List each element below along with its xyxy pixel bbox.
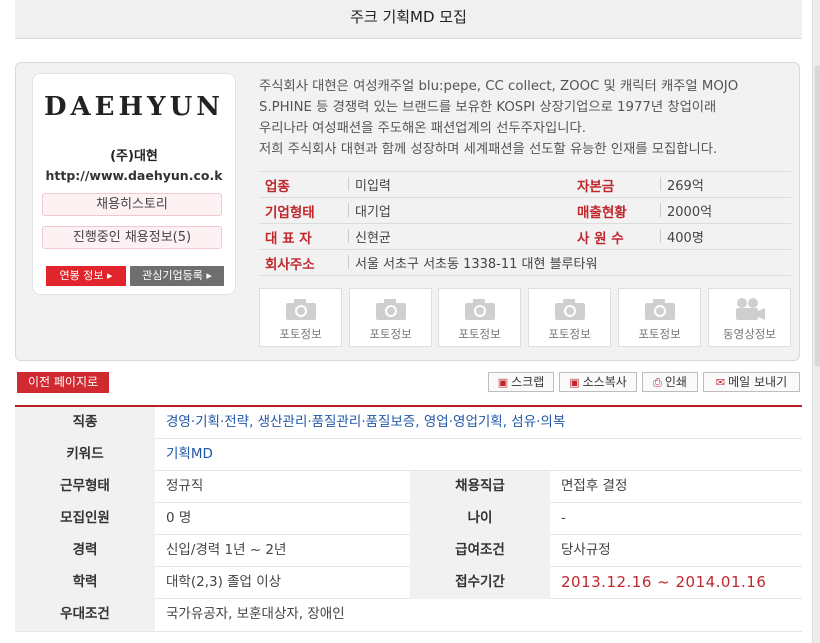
divider [660,177,661,191]
capital-value: 269억 [667,179,704,194]
table-row: 경력 신입/경력 1년 ~ 2년 급여조건 당사규정 [15,535,802,567]
worktype-label: 근무형태 [15,471,155,503]
prev-page-button[interactable]: 이전 페이지로 [17,372,109,393]
description-line: 우리나라 여성패션을 주도해온 패션업계의 선두주자입니다. [259,121,586,136]
source-copy-button[interactable]: ▣ 소스복사 [559,372,637,392]
age-value: - [561,510,566,526]
ongoing-jobs-button[interactable]: 진행중인 채용정보(5) [42,226,222,249]
scrollbar[interactable] [812,0,820,643]
table-row: 학력 대학(2,3) 졸업 이상 접수기간 2013.12.16 ~ 2014.… [15,567,802,599]
photo-thumb[interactable]: 포토정보 [438,288,521,347]
divider [348,177,349,191]
job-value-link[interactable]: 경영·기획·전략, 생산관리·품질관리·품질보증, 영업·영업기획, 섬유·의복 [155,407,565,439]
photo-label: 포토정보 [548,327,591,341]
recruit-history-button[interactable]: 채용히스토리 [42,193,222,216]
photo-thumb[interactable]: 포토정보 [259,288,342,347]
mail-icon: ✉ [715,376,726,389]
scrap-icon: ▣ [497,376,509,389]
company-name: (주)대현 [110,149,158,164]
period-value: 2013.12.16 ~ 2014.01.16 [561,573,767,591]
photo-thumb[interactable]: 포토정보 [528,288,611,347]
camera-icon [554,299,585,320]
photo-label: 포토정보 [458,327,501,341]
company-type-label: 기업형태 [265,205,315,221]
photo-label: 포토정보 [638,327,681,341]
ceo-value: 신현균 [355,231,391,246]
photo-label: 포토정보 [279,327,322,341]
camera-icon [644,299,675,320]
employees-label: 사 원 수 [577,231,624,247]
photo-thumb[interactable]: 포토정보 [618,288,701,347]
job-label: 직종 [15,407,155,439]
add-interest-company-button[interactable]: 관심기업등록 ▸ [130,266,224,286]
camera-icon [285,299,316,320]
video-thumb[interactable]: 동영상정보 [708,288,791,347]
table-row: 모집인원 0 명 나이 - [15,503,802,535]
camera-icon [464,299,495,320]
source-icon: ▣ [569,376,580,389]
capital-label: 자본금 [577,179,615,195]
send-mail-button[interactable]: ✉ 메일 보내기 [703,372,800,392]
address-value: 서울 서초구 서초동 1338-11 대현 블루타워 [355,257,598,272]
divider [660,203,661,217]
career-value: 신입/경력 1년 ~ 2년 [166,542,287,558]
divider [348,203,349,217]
divider [259,249,791,250]
company-type-value: 대기업 [355,205,391,220]
divider [348,229,349,243]
pay-value: 당사규정 [561,542,611,558]
pay-label: 급여조건 [410,535,550,567]
address-label: 회사주소 [265,257,315,273]
divider [259,171,791,172]
keyword-label: 키워드 [15,439,155,471]
education-value: 대학(2,3) 졸업 이상 [166,574,282,590]
rank-label: 채용직급 [410,471,550,503]
industry-label: 업종 [265,179,290,195]
scrollbar-thumb[interactable] [815,66,820,366]
salary-info-button[interactable]: 연봉 정보 ▸ [46,266,126,286]
table-row: 근무형태 정규직 채용직급 면접후 결정 [15,471,802,503]
description-line: S.PHINE 등 경쟁력 있는 브랜드를 보유한 KOSPI 상장기업으로 1… [259,100,717,115]
camera-icon [375,299,406,320]
preference-label: 우대조건 [15,599,155,631]
career-label: 경력 [15,535,155,567]
company-description: 주식회사 대현은 여성캐주얼 blu:pepe, CC collect, ZOO… [259,76,794,160]
table-row: 직종 경영·기획·전략, 생산관리·품질관리·품질보증, 영업·영업기획, 섬유… [15,407,802,439]
employees-value: 400명 [667,231,704,246]
preference-value: 국가유공자, 보훈대상자, 장애인 [166,606,345,622]
description-line: 주식회사 대현은 여성캐주얼 blu:pepe, CC collect, ZOO… [259,79,739,94]
table-row: 우대조건 국가유공자, 보훈대상자, 장애인 [15,599,802,632]
headcount-label: 모집인원 [15,503,155,535]
divider [660,229,661,243]
sales-label: 매출현황 [577,205,627,221]
education-label: 학력 [15,567,155,599]
keyword-link[interactable]: 기획MD [155,439,213,471]
ceo-label: 대 표 자 [265,231,312,247]
video-label: 동영상정보 [723,327,776,341]
scrap-button[interactable]: ▣ 스크랩 [488,372,554,392]
divider [348,255,349,269]
divider [259,223,791,224]
headcount-value: 0 명 [166,510,192,526]
title-bar: 주크 기획MD 모집 [15,0,802,39]
video-camera-icon [735,298,765,320]
photo-thumb[interactable]: 포토정보 [349,288,432,347]
sales-value: 2000억 [667,205,713,220]
print-icon: ⎙ [653,376,662,389]
print-button[interactable]: ⎙ 인쇄 [642,372,698,392]
divider [259,275,791,276]
page-title: 주크 기획MD 모집 [350,8,467,26]
description-line: 저희 주식회사 대현과 함께 성장하며 세계패션을 선도할 유능한 인재를 모집… [259,142,718,157]
rank-value: 면접후 결정 [561,478,628,494]
age-label: 나이 [410,503,550,535]
photo-label: 포토정보 [369,327,412,341]
company-logo[interactable]: DAEHYUN [32,92,236,122]
industry-value: 미입력 [355,179,391,194]
worktype-value: 정규직 [166,478,204,494]
divider [259,197,791,198]
company-url-link[interactable]: http://www.daehyun.co.k [32,168,236,183]
period-label: 접수기간 [410,567,550,599]
table-row: 키워드 기획MD [15,439,802,471]
